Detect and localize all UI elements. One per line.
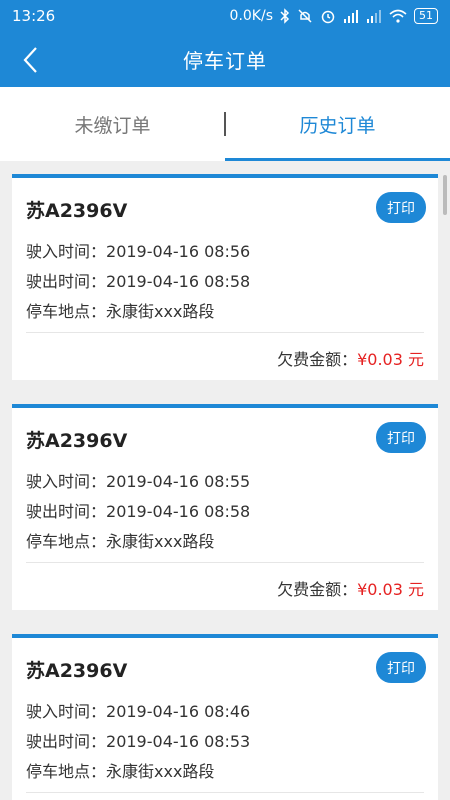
mute-icon (297, 8, 313, 24)
location-label: 停车地点： (26, 302, 107, 321)
enter-time-value: 2019-04-16 08:55 (106, 472, 251, 491)
tab-history-orders[interactable]: 历史订单 (225, 87, 450, 161)
app-header: 停车订单 (0, 32, 450, 87)
print-button[interactable]: 打印 (376, 192, 426, 223)
plate-number: 苏A2396V (26, 200, 128, 222)
location-row: 停车地点：永康街xxx路段 (26, 758, 214, 782)
order-tabs: 未缴订单 历史订单 (0, 87, 450, 161)
bluetooth-icon (280, 8, 290, 24)
exit-time-value: 2019-04-16 08:53 (106, 732, 251, 751)
enter-time-row: 驶入时间：2019-04-16 08:56 (26, 238, 250, 262)
order-card: 苏A2396V 打印 驶入时间：2019-04-16 08:46 驶出时间：20… (12, 634, 438, 800)
fee-label: 欠费金额： (277, 580, 358, 599)
network-speed: 0.0K/s (229, 8, 273, 24)
status-time: 13:26 (12, 7, 56, 25)
fee-label: 欠费金额： (277, 350, 358, 369)
fee-row: 欠费金额：¥0.03 元 (277, 576, 424, 600)
enter-time-value: 2019-04-16 08:46 (106, 702, 251, 721)
exit-time-row: 驶出时间：2019-04-16 08:58 (26, 268, 250, 292)
enter-time-row: 驶入时间：2019-04-16 08:46 (26, 698, 250, 722)
plate-number: 苏A2396V (26, 660, 128, 682)
location-label: 停车地点： (26, 762, 107, 781)
scrollbar[interactable] (443, 175, 447, 215)
back-button[interactable] (12, 42, 48, 78)
enter-time-value: 2019-04-16 08:56 (106, 242, 251, 261)
order-card: 苏A2396V 打印 驶入时间：2019-04-16 08:55 驶出时间：20… (12, 404, 438, 610)
location-row: 停车地点：永康街xxx路段 (26, 298, 214, 322)
exit-time-value: 2019-04-16 08:58 (106, 272, 251, 291)
status-icons: 0.0K/s 51 (230, 8, 438, 24)
order-list[interactable]: 苏A2396V 打印 驶入时间：2019-04-16 08:56 驶出时间：20… (0, 161, 450, 800)
exit-time-row: 驶出时间：2019-04-16 08:58 (26, 498, 250, 522)
location-value: 永康街xxx路段 (106, 302, 215, 321)
print-button[interactable]: 打印 (376, 652, 426, 683)
fee-row: 欠费金额：¥0.03 元 (277, 346, 424, 370)
card-divider (26, 332, 424, 333)
exit-time-label: 驶出时间： (26, 272, 107, 291)
enter-time-row: 驶入时间：2019-04-16 08:55 (26, 468, 250, 492)
page-title: 停车订单 (183, 49, 267, 73)
exit-time-row: 驶出时间：2019-04-16 08:53 (26, 728, 250, 752)
wifi-icon (389, 9, 407, 23)
alarm-icon (320, 8, 336, 24)
order-card: 苏A2396V 打印 驶入时间：2019-04-16 08:56 驶出时间：20… (12, 174, 438, 380)
print-button[interactable]: 打印 (376, 422, 426, 453)
location-row: 停车地点：永康街xxx路段 (26, 528, 214, 552)
exit-time-label: 驶出时间： (26, 502, 107, 521)
enter-time-label: 驶入时间： (26, 242, 107, 261)
exit-time-value: 2019-04-16 08:58 (106, 502, 251, 521)
card-divider (26, 792, 424, 793)
location-value: 永康街xxx路段 (106, 762, 215, 781)
signal-icon-2 (366, 9, 382, 23)
status-bar: 13:26 0.0K/s 51 (0, 0, 450, 32)
plate-number: 苏A2396V (26, 430, 128, 452)
chevron-left-icon (23, 47, 37, 73)
exit-time-label: 驶出时间： (26, 732, 107, 751)
enter-time-label: 驶入时间： (26, 702, 107, 721)
location-value: 永康街xxx路段 (106, 532, 215, 551)
location-label: 停车地点： (26, 532, 107, 551)
fee-amount: ¥0.03 元 (357, 350, 424, 369)
tab-unpaid-orders[interactable]: 未缴订单 (0, 87, 225, 161)
enter-time-label: 驶入时间： (26, 472, 107, 491)
fee-amount: ¥0.03 元 (357, 580, 424, 599)
signal-icon (343, 9, 359, 23)
card-divider (26, 562, 424, 563)
tab-divider (224, 112, 226, 136)
battery-icon: 51 (414, 8, 438, 24)
